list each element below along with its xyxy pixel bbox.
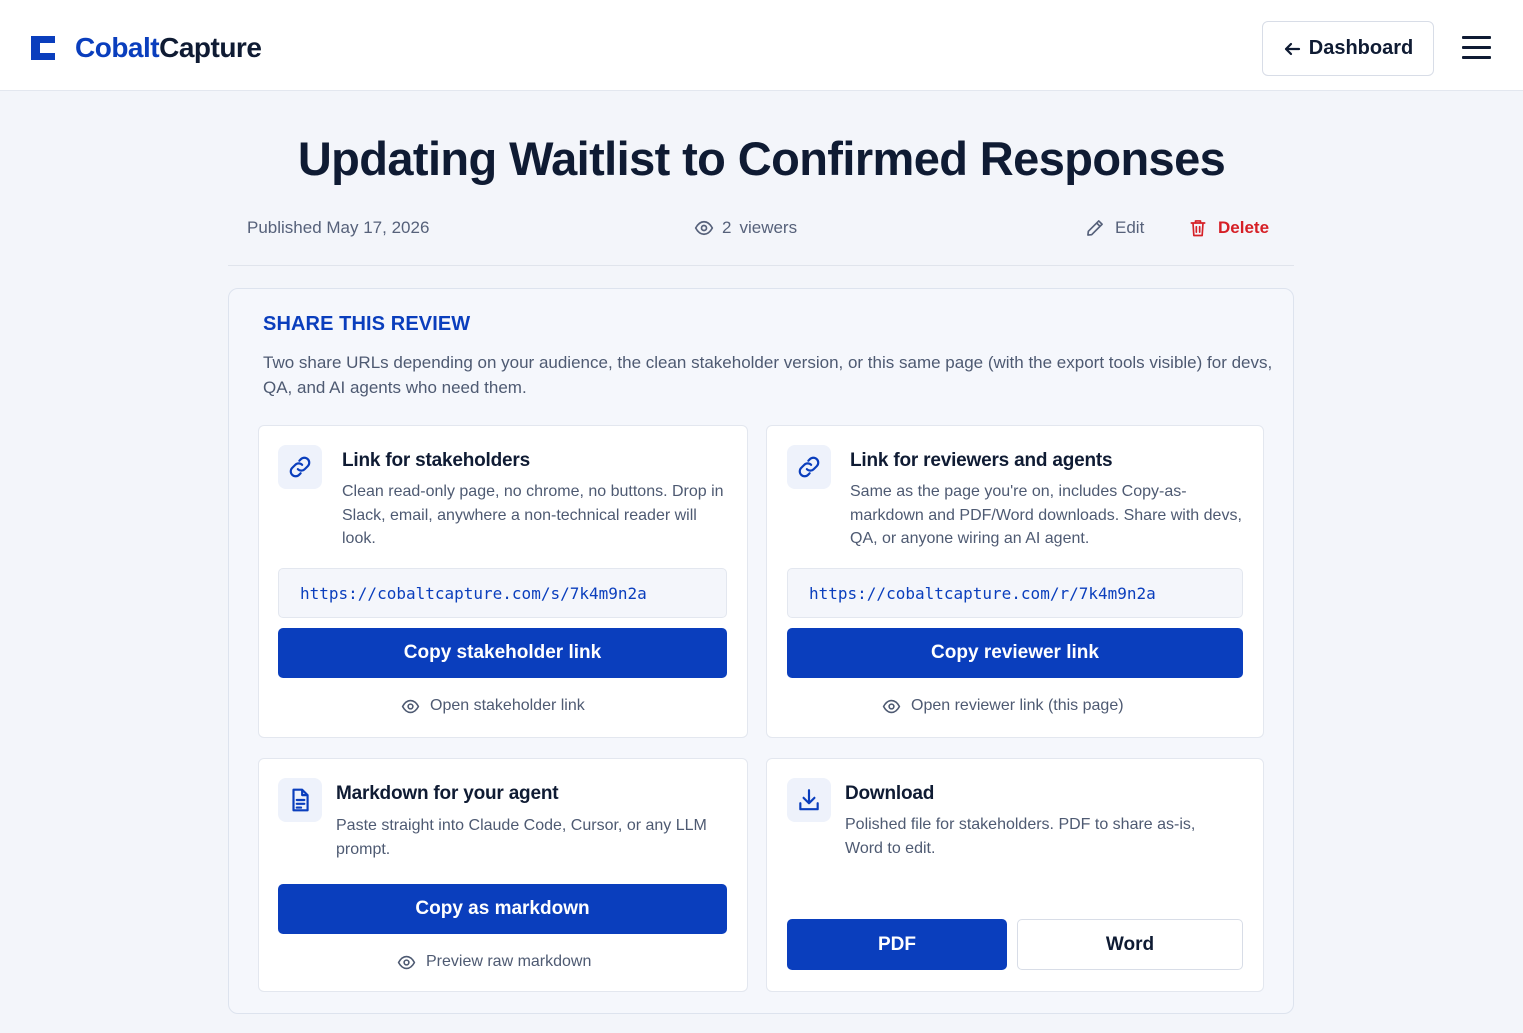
markdown-title: Markdown for your agent (336, 783, 559, 804)
delete-button[interactable]: Delete (1188, 216, 1269, 240)
delete-button-label: Delete (1218, 218, 1270, 237)
open-reviewer-link[interactable]: Open reviewer link (this page) (882, 695, 1124, 717)
hamburger-icon[interactable] (1462, 36, 1491, 60)
link-icon (289, 456, 311, 478)
page-title: Updating Waitlist to Confirmed Responses (297, 132, 1226, 185)
copy-as-markdown-button[interactable]: Copy as markdown (278, 884, 727, 934)
reviewer-link-icon-box (787, 445, 831, 489)
share-description: Two share URLs depending on your audienc… (263, 353, 1273, 397)
preview-raw-markdown-label: Preview raw markdown (426, 953, 592, 970)
open-stakeholder-link-label: Open stakeholder link (430, 697, 585, 714)
markdown-icon-box (278, 778, 322, 822)
reviewer-link-description: Same as the page you're on, includes Cop… (850, 483, 1242, 547)
markdown-description: Paste straight into Claude Code, Cursor,… (336, 817, 707, 858)
stakeholder-url-field[interactable]: https://cobaltcapture.com/s/7k4m9n2a (278, 568, 727, 618)
viewers-count: 2 viewers (694, 216, 797, 240)
edit-button[interactable]: Edit (1085, 216, 1144, 240)
copy-reviewer-link-button[interactable]: Copy reviewer link (787, 628, 1243, 678)
top-bar: CobaltCapture Dashboard (0, 0, 1523, 91)
share-heading: SHARE THIS REVIEW (263, 313, 471, 335)
stakeholder-link-title: Link for stakeholders (342, 450, 530, 471)
viewers-label: viewers (739, 218, 798, 237)
logo-text-capture: Capture (159, 32, 262, 63)
eye-icon (694, 220, 714, 236)
download-word-button[interactable]: Word (1017, 919, 1243, 970)
pencil-icon (1087, 220, 1103, 236)
eye-icon (882, 699, 901, 713)
divider (228, 265, 1294, 266)
arrow-left-icon (1284, 42, 1300, 55)
download-pdf-button[interactable]: PDF (787, 919, 1007, 970)
open-reviewer-link-label: Open reviewer link (this page) (911, 697, 1124, 714)
open-stakeholder-link[interactable]: Open stakeholder link (401, 695, 585, 717)
reviewer-url-field[interactable]: https://cobaltcapture.com/r/7k4m9n2a (787, 568, 1243, 618)
dashboard-button[interactable]: Dashboard (1262, 21, 1434, 76)
copy-stakeholder-link-button[interactable]: Copy stakeholder link (278, 628, 727, 678)
preview-raw-markdown-link[interactable]: Preview raw markdown (397, 951, 591, 973)
viewers-number: 2 (722, 218, 732, 237)
download-icon-box (787, 778, 831, 822)
dashboard-button-label: Dashboard (1308, 37, 1414, 59)
download-title: Download (845, 783, 935, 804)
stakeholder-link-icon-box (278, 445, 322, 489)
published-date: Published May 17, 2026 (247, 218, 430, 237)
download-icon (799, 789, 819, 811)
link-icon (798, 456, 820, 478)
eye-icon (401, 699, 420, 713)
document-icon (292, 788, 309, 812)
eye-icon (397, 955, 416, 969)
download-description: Polished file for stakeholders. PDF to s… (845, 816, 1196, 857)
reviewer-link-title: Link for reviewers and agents (850, 450, 1113, 471)
stakeholder-link-description: Clean read-only page, no chrome, no butt… (342, 483, 724, 547)
logo-wordmark[interactable]: CobaltCapture (75, 30, 262, 66)
edit-button-label: Edit (1115, 218, 1145, 237)
trash-icon (1190, 220, 1206, 237)
logo-text-cobalt: Cobalt (75, 32, 160, 63)
logo-icon (31, 36, 55, 60)
